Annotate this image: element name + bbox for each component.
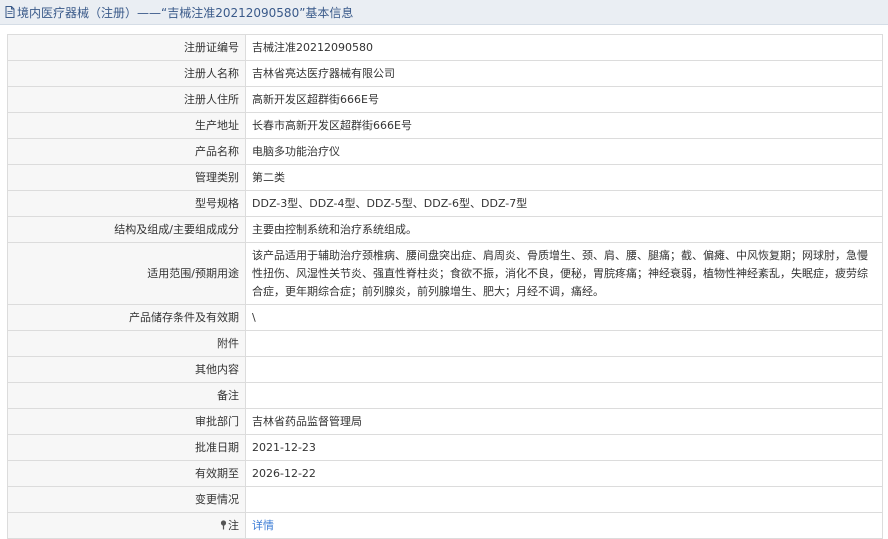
- row-label: 附件: [7, 330, 246, 357]
- table-row: 产品名称 电脑多功能治疗仪: [7, 138, 883, 165]
- row-value: 高新开发区超群街666E号: [245, 86, 883, 113]
- row-value: 吉械注准20212090580: [245, 34, 883, 61]
- row-label: 批准日期: [7, 434, 246, 461]
- table-row: 产品储存条件及有效期 \: [7, 304, 883, 331]
- row-label: 型号规格: [7, 190, 246, 217]
- row-value: DDZ-3型、DDZ-4型、DDZ-5型、DDZ-6型、DDZ-7型: [245, 190, 883, 217]
- row-value: 2026-12-22: [245, 460, 883, 487]
- row-value: 长春市高新开发区超群街666E号: [245, 112, 883, 139]
- row-value: 吉林省亮达医疗器械有限公司: [245, 60, 883, 87]
- table-row: 型号规格 DDZ-3型、DDZ-4型、DDZ-5型、DDZ-6型、DDZ-7型: [7, 190, 883, 217]
- row-value: [245, 356, 883, 383]
- table-row: 注册人住所 高新开发区超群街666E号: [7, 86, 883, 113]
- table-row: 备注: [7, 382, 883, 409]
- note-label-cell: 注: [7, 512, 246, 539]
- row-label: 变更情况: [7, 486, 246, 513]
- row-value: 电脑多功能治疗仪: [245, 138, 883, 165]
- row-value: 主要由控制系统和治疗系统组成。: [245, 216, 883, 243]
- detail-link[interactable]: 详情: [252, 519, 274, 532]
- table-row: 其他内容: [7, 356, 883, 383]
- table-row: 适用范围/预期用途 该产品适用于辅助治疗颈椎病、腰间盘突出症、肩周炎、骨质增生、…: [7, 242, 883, 305]
- row-label: 生产地址: [7, 112, 246, 139]
- row-label: 注册证编号: [7, 34, 246, 61]
- row-label: 产品名称: [7, 138, 246, 165]
- row-label: 产品储存条件及有效期: [7, 304, 246, 331]
- row-value: [245, 330, 883, 357]
- row-value: 2021-12-23: [245, 434, 883, 461]
- pin-icon: [220, 519, 227, 529]
- row-value: 该产品适用于辅助治疗颈椎病、腰间盘突出症、肩周炎、骨质增生、颈、肩、腰、腿痛；截…: [245, 242, 883, 305]
- row-label: 其他内容: [7, 356, 246, 383]
- row-label: 适用范围/预期用途: [7, 242, 246, 305]
- page-header: 境内医疗器械（注册）——“吉械注准20212090580”基本信息: [0, 0, 888, 25]
- table-row: 审批部门 吉林省药品监督管理局: [7, 408, 883, 435]
- table-row: 附件: [7, 330, 883, 357]
- table-row: 变更情况: [7, 486, 883, 513]
- table-row: 批准日期 2021-12-23: [7, 434, 883, 461]
- row-label: 备注: [7, 382, 246, 409]
- table-row: 有效期至 2026-12-22: [7, 460, 883, 487]
- page-header-title-wrap: 境内医疗器械（注册）——“吉械注准20212090580”基本信息: [5, 4, 353, 20]
- row-value: \: [245, 304, 883, 331]
- row-value: 吉林省药品监督管理局: [245, 408, 883, 435]
- table-row: 注 详情: [7, 512, 883, 539]
- note-label: 注: [228, 518, 239, 532]
- row-value: [245, 486, 883, 513]
- row-label: 注册人名称: [7, 60, 246, 87]
- info-table: 注册证编号 吉械注准20212090580 注册人名称 吉林省亮达医疗器械有限公…: [7, 34, 883, 539]
- page-title: 境内医疗器械（注册）——“吉械注准20212090580”基本信息: [17, 5, 354, 20]
- row-value: [245, 382, 883, 409]
- table-row: 管理类别 第二类: [7, 164, 883, 191]
- row-label: 注册人住所: [7, 86, 246, 113]
- row-value: 第二类: [245, 164, 883, 191]
- table-row: 注册证编号 吉械注准20212090580: [7, 34, 883, 61]
- row-label: 审批部门: [7, 408, 246, 435]
- table-row: 注册人名称 吉林省亮达医疗器械有限公司: [7, 60, 883, 87]
- row-label: 管理类别: [7, 164, 246, 191]
- document-icon: [5, 6, 15, 18]
- row-value: 详情: [245, 512, 883, 539]
- row-label: 结构及组成/主要组成成分: [7, 216, 246, 243]
- row-label: 有效期至: [7, 460, 246, 487]
- table-row: 生产地址 长春市高新开发区超群街666E号: [7, 112, 883, 139]
- table-row: 结构及组成/主要组成成分 主要由控制系统和治疗系统组成。: [7, 216, 883, 243]
